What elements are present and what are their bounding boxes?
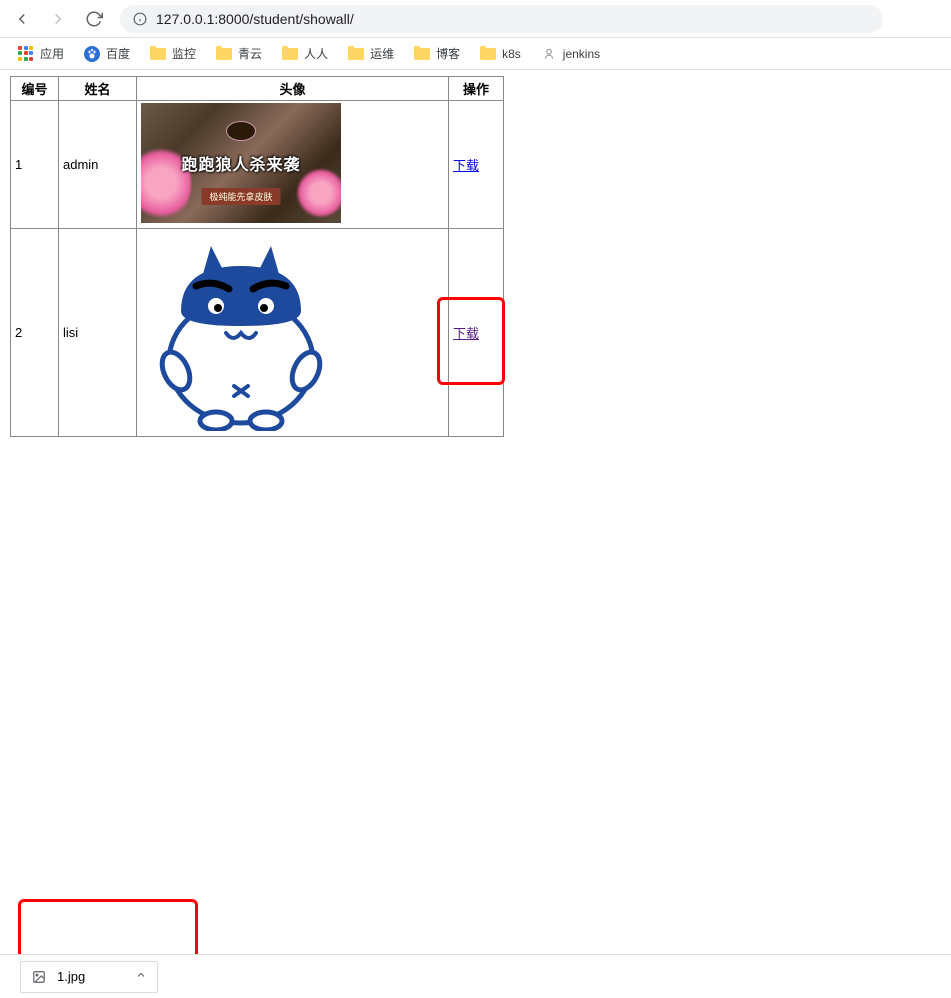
- url-text: 127.0.0.1:8000/student/showall/: [156, 11, 354, 27]
- folder-icon: [282, 48, 298, 60]
- bookmark-jenkins-label: jenkins: [563, 47, 600, 61]
- cell-name: admin: [59, 101, 137, 229]
- header-avatar: 头像: [137, 77, 449, 101]
- back-button[interactable]: [8, 5, 36, 33]
- browser-toolbar: 127.0.0.1:8000/student/showall/: [0, 0, 951, 38]
- chevron-up-icon[interactable]: [135, 969, 147, 984]
- folder-icon: [216, 48, 232, 60]
- student-table: 编号 姓名 头像 操作 1 admin 跑跑狼人杀来袭 极纯能先拿皮肤 下载: [10, 76, 504, 437]
- download-item[interactable]: 1.jpg: [20, 961, 158, 993]
- bookmark-folder-label: 监控: [172, 45, 196, 62]
- download-bar: 1.jpg: [0, 954, 951, 998]
- jenkins-icon: [541, 46, 557, 62]
- download-link-1[interactable]: 下载: [453, 158, 479, 173]
- baidu-icon: [84, 46, 100, 62]
- bookmark-folder-label: 运维: [370, 45, 394, 62]
- cell-name: lisi: [59, 229, 137, 437]
- bookmarks-bar: 应用 百度 监控 青云 人人 运维 博客 k8s jenkins: [0, 38, 951, 70]
- avatar-image-1: 跑跑狼人杀来袭 极纯能先拿皮肤: [141, 103, 341, 223]
- page-content: 编号 姓名 头像 操作 1 admin 跑跑狼人杀来袭 极纯能先拿皮肤 下载: [0, 70, 951, 443]
- table-header-row: 编号 姓名 头像 操作: [11, 77, 504, 101]
- table-row: 1 admin 跑跑狼人杀来袭 极纯能先拿皮肤 下载: [11, 101, 504, 229]
- bookmark-folder-label: 人人: [304, 45, 328, 62]
- bookmark-folder-1[interactable]: 青云: [208, 41, 270, 66]
- bookmark-folder-3[interactable]: 运维: [340, 41, 402, 66]
- image-file-icon: [31, 969, 47, 985]
- info-icon: [132, 11, 148, 27]
- cell-avatar: 跑跑狼人杀来袭 极纯能先拿皮肤: [137, 101, 449, 229]
- cell-id: 1: [11, 101, 59, 229]
- download-filename: 1.jpg: [57, 969, 85, 984]
- download-link-2[interactable]: 下载: [453, 326, 479, 341]
- bookmark-jenkins[interactable]: jenkins: [533, 42, 608, 66]
- bookmark-folder-2[interactable]: 人人: [274, 41, 336, 66]
- folder-icon: [480, 48, 496, 60]
- cell-id: 2: [11, 229, 59, 437]
- bookmark-baidu[interactable]: 百度: [76, 41, 138, 66]
- apps-icon: [18, 46, 34, 62]
- table-row: 2 lisi: [11, 229, 504, 437]
- reload-button[interactable]: [80, 5, 108, 33]
- avatar1-banner-text: 跑跑狼人杀来袭: [181, 151, 300, 175]
- header-id: 编号: [11, 77, 59, 101]
- cell-action: 下载: [449, 101, 504, 229]
- bookmark-folder-label: 博客: [436, 45, 460, 62]
- bookmark-folder-0[interactable]: 监控: [142, 41, 204, 66]
- folder-icon: [150, 48, 166, 60]
- bookmark-apps[interactable]: 应用: [10, 41, 72, 66]
- avatar1-sub-text: 极纯能先拿皮肤: [201, 188, 280, 205]
- folder-icon: [348, 48, 364, 60]
- url-bar[interactable]: 127.0.0.1:8000/student/showall/: [120, 5, 883, 33]
- bookmark-baidu-label: 百度: [106, 45, 130, 62]
- bookmark-folder-4[interactable]: 博客: [406, 41, 468, 66]
- bookmark-folder-5[interactable]: k8s: [472, 43, 529, 65]
- avatar-image-2: [141, 231, 341, 431]
- bookmark-apps-label: 应用: [40, 45, 64, 62]
- header-action: 操作: [449, 77, 504, 101]
- bookmark-folder-label: 青云: [238, 45, 262, 62]
- cell-avatar: [137, 229, 449, 437]
- cell-action: 下载: [449, 229, 504, 437]
- forward-button[interactable]: [44, 5, 72, 33]
- header-name: 姓名: [59, 77, 137, 101]
- folder-icon: [414, 48, 430, 60]
- bookmark-folder-label: k8s: [502, 47, 521, 61]
